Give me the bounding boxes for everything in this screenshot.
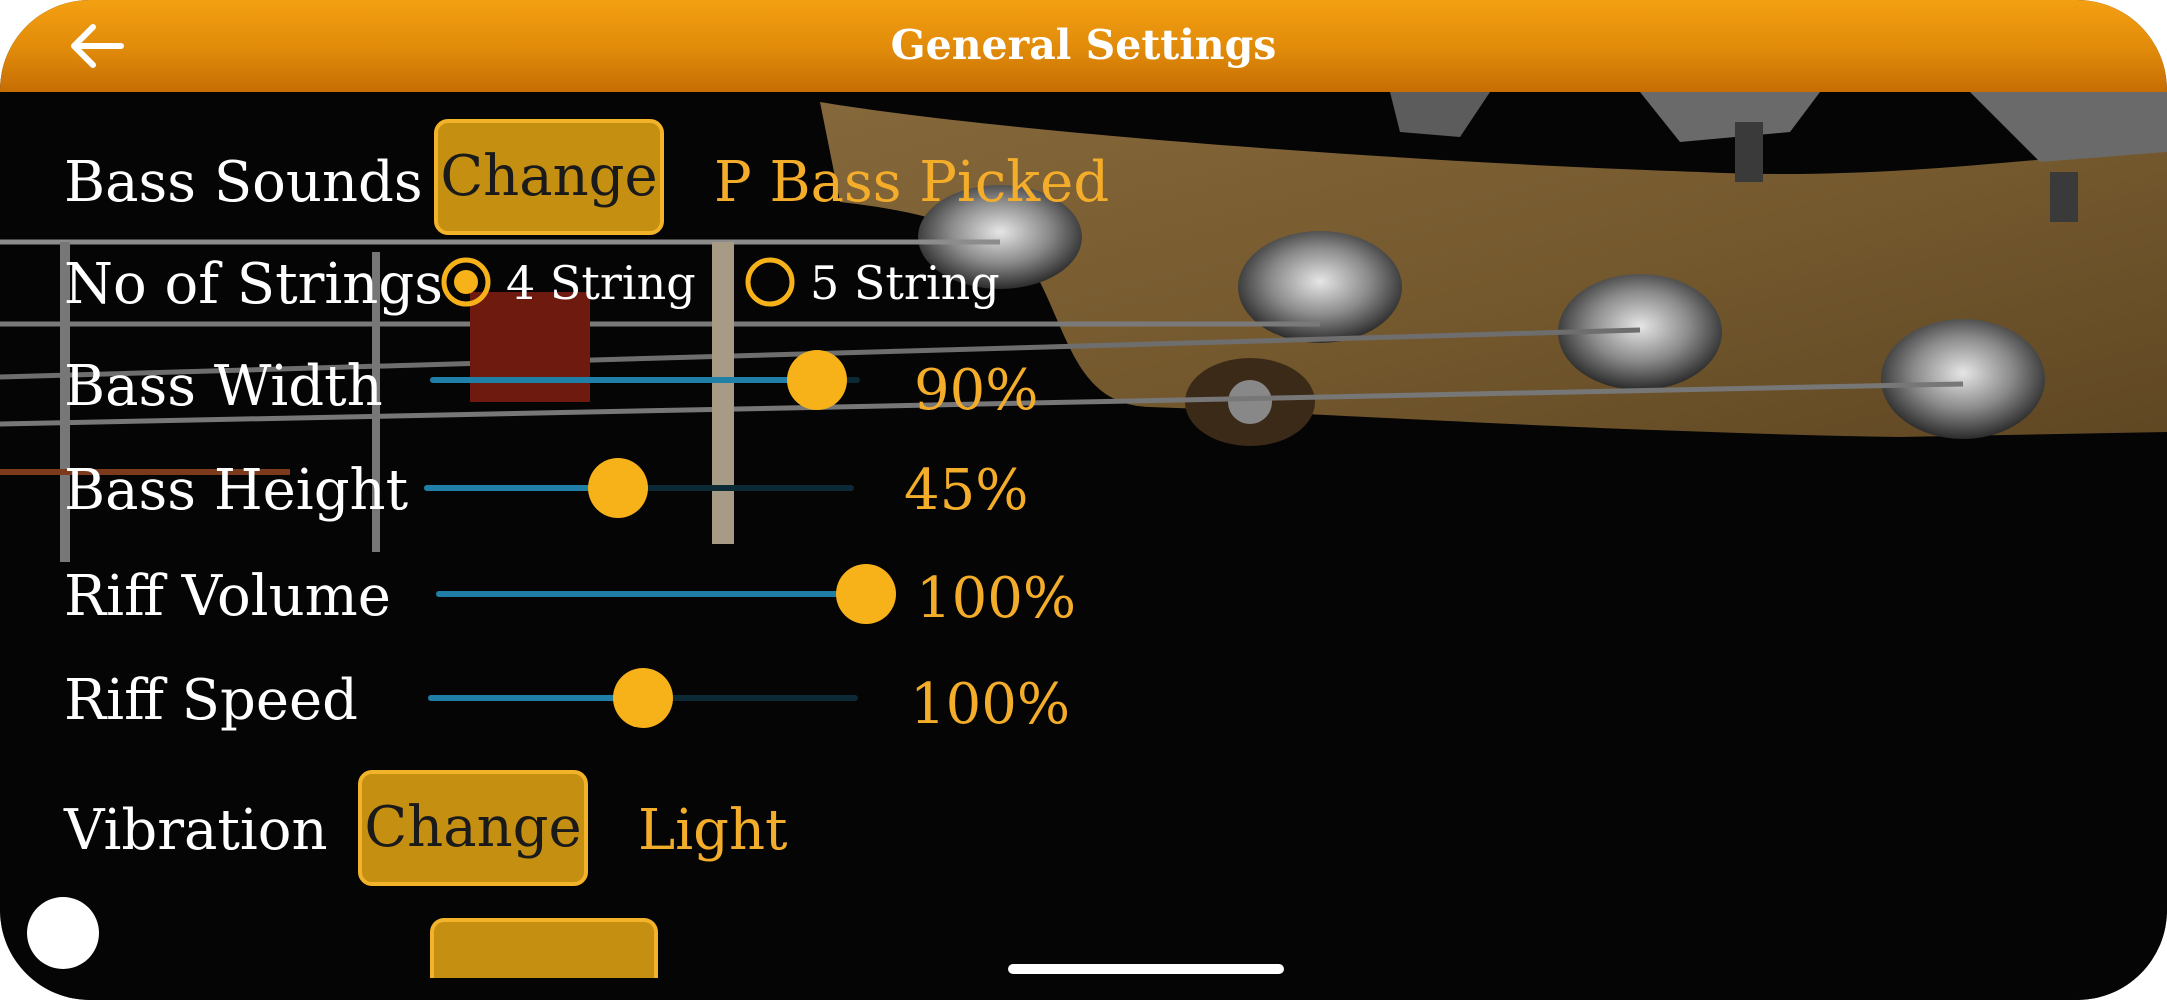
riff-speed-value: 100%	[910, 672, 1071, 737]
assistive-touch-icon[interactable]	[27, 897, 99, 969]
vibration-label: Vibration	[64, 798, 328, 863]
radio-5-string[interactable]	[744, 256, 796, 308]
home-indicator[interactable]	[1008, 964, 1284, 974]
riff-volume-value: 100%	[916, 566, 1077, 631]
bass-width-label: Bass Width	[64, 354, 383, 419]
bass-height-value: 45%	[904, 458, 1029, 523]
riff-speed-label: Riff Speed	[64, 668, 358, 733]
riff-volume-slider[interactable]	[436, 564, 896, 624]
slider-fill	[428, 695, 643, 701]
bass-width-slider[interactable]	[430, 350, 860, 410]
bass-sounds-value: P Bass Picked	[714, 150, 1110, 215]
slider-fill	[430, 377, 817, 383]
riff-speed-slider[interactable]	[428, 668, 858, 728]
settings-list: Bass Sounds Change P Bass Picked No of S…	[0, 92, 1200, 940]
app-header: General Settings	[0, 0, 2167, 92]
slider-thumb[interactable]	[836, 564, 896, 624]
slider-thumb[interactable]	[787, 350, 847, 410]
radio-5-string-label: 5 String	[810, 256, 1000, 310]
settings-screen: General Settings Bass Sounds Change P Ba…	[0, 0, 2167, 1000]
slider-thumb[interactable]	[613, 668, 673, 728]
radio-4-string-label: 4 String	[506, 256, 696, 310]
vibration-value: Light	[638, 798, 788, 863]
slider-thumb[interactable]	[588, 458, 648, 518]
bass-width-value: 90%	[914, 358, 1039, 423]
strings-label: No of Strings	[64, 252, 443, 317]
slider-fill	[436, 591, 866, 597]
page-title: General Settings	[890, 21, 1277, 69]
bass-height-slider[interactable]	[424, 458, 854, 518]
bass-sounds-change-button[interactable]: Change	[434, 119, 664, 235]
bass-height-label: Bass Height	[64, 458, 409, 523]
next-change-button-partial[interactable]	[430, 918, 658, 978]
vibration-change-button[interactable]: Change	[358, 770, 588, 886]
riff-volume-label: Riff Volume	[64, 564, 391, 629]
bass-sounds-label: Bass Sounds	[64, 150, 423, 215]
radio-4-string[interactable]	[440, 256, 492, 308]
